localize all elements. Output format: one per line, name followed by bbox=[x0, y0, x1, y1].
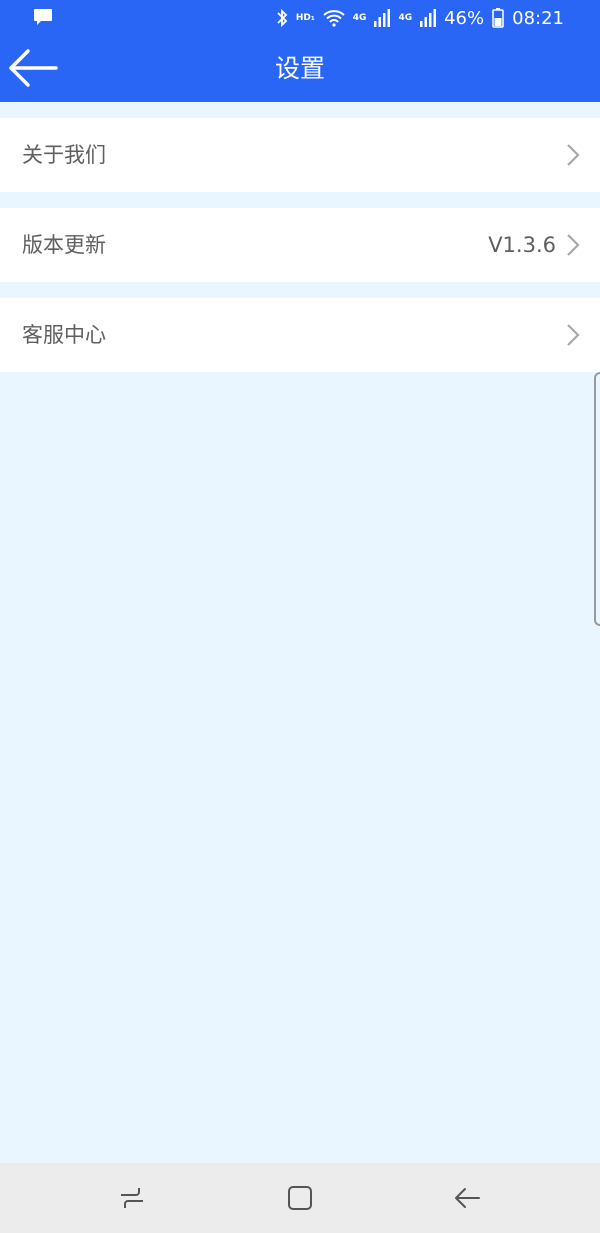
status-bar: HD₁ 4G 4G 46% 08:21 bbox=[0, 0, 600, 36]
network-type-2: 4G bbox=[398, 13, 413, 23]
settings-item-label: 客服中心 bbox=[22, 323, 106, 347]
signal-icon bbox=[374, 9, 391, 27]
clock: 08:21 bbox=[512, 7, 564, 29]
hd-label: HD₁ bbox=[295, 13, 315, 23]
recents-icon[interactable] bbox=[117, 1185, 147, 1211]
signal-icon bbox=[420, 9, 437, 27]
settings-item-label: 版本更新 bbox=[22, 233, 106, 257]
settings-item-customer-service[interactable]: 客服中心 bbox=[0, 298, 600, 372]
system-nav-bar bbox=[0, 1163, 600, 1233]
chevron-right-icon bbox=[567, 144, 580, 166]
edge-panel-handle[interactable] bbox=[594, 372, 600, 626]
app-bar: 设置 bbox=[0, 36, 600, 102]
version-value: V1.3.6 bbox=[488, 233, 556, 257]
battery-icon bbox=[492, 8, 504, 28]
bluetooth-icon bbox=[277, 8, 288, 28]
page-title: 设置 bbox=[274, 54, 325, 83]
settings-item-label: 关于我们 bbox=[22, 143, 106, 167]
wifi-icon bbox=[323, 10, 345, 27]
chevron-right-icon bbox=[567, 324, 580, 346]
status-indicators: HD₁ 4G 4G 46% 08:21 bbox=[276, 6, 564, 30]
network-type-1: 4G bbox=[352, 13, 367, 23]
battery-percent: 46% bbox=[444, 7, 485, 29]
settings-item-version-update[interactable]: 版本更新 V1.3.6 bbox=[0, 208, 600, 282]
settings-item-about-us[interactable]: 关于我们 bbox=[0, 118, 600, 192]
nav-back-icon[interactable] bbox=[452, 1185, 482, 1211]
message-icon bbox=[34, 9, 52, 25]
home-icon[interactable] bbox=[285, 1185, 315, 1211]
chevron-right-icon bbox=[567, 234, 580, 256]
